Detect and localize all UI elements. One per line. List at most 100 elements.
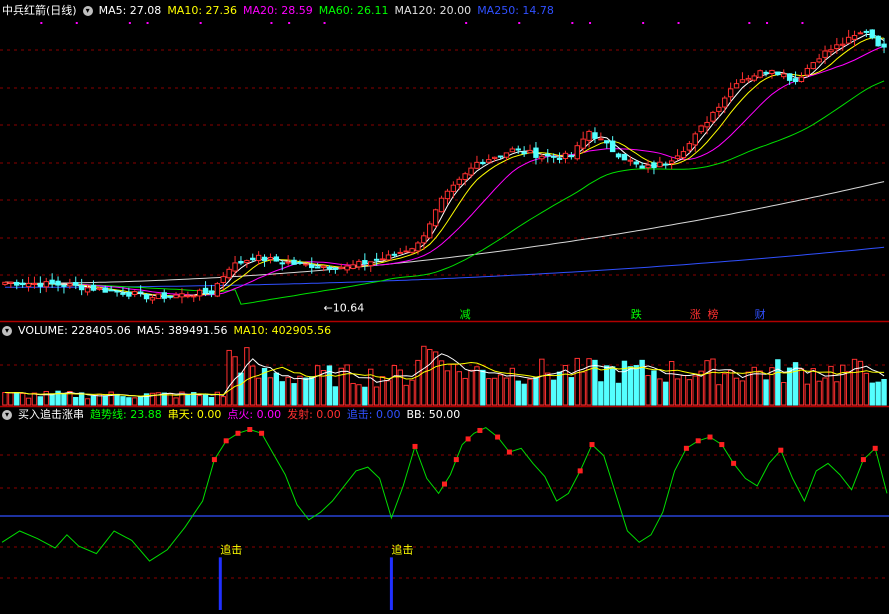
candle [786, 73, 793, 81]
volume-bar [568, 377, 575, 406]
signal-dot [465, 22, 468, 24]
candle [533, 147, 539, 158]
signal-dot [453, 457, 459, 463]
volume-bar [114, 393, 120, 406]
candle [686, 143, 693, 151]
volume-bar [550, 379, 557, 406]
candle [403, 250, 409, 253]
volume-bar [798, 368, 805, 406]
candle [456, 178, 462, 185]
candle [191, 295, 197, 298]
volume-bar [185, 394, 191, 406]
ma-line-1 [5, 181, 885, 284]
candle [651, 162, 657, 169]
volume-bar [291, 383, 297, 406]
candle [798, 76, 805, 83]
volume-bar [663, 381, 669, 406]
candle [373, 258, 380, 261]
candle [692, 133, 698, 146]
volume-bar [722, 373, 728, 406]
candle [73, 281, 79, 286]
candle [25, 283, 32, 288]
candle [173, 294, 179, 299]
volume-bar [486, 378, 492, 406]
candle [255, 254, 262, 262]
volume-bar [309, 376, 315, 406]
candle [615, 153, 622, 158]
volume-bar [37, 396, 44, 406]
signal-dot [211, 457, 217, 463]
candle [214, 283, 221, 297]
volume-bar [244, 347, 250, 406]
settings-icon[interactable]: ▾ [2, 410, 12, 420]
volume-bar [816, 380, 822, 406]
candle [627, 159, 634, 162]
signal-dot [199, 22, 202, 24]
candle [586, 130, 592, 141]
candle [179, 293, 185, 298]
signal-dot [801, 22, 804, 24]
volume-bar [373, 386, 380, 406]
settings-icon[interactable]: ▾ [82, 6, 93, 16]
volume-bar [668, 360, 675, 406]
volume-bar [314, 365, 321, 406]
candle [550, 155, 557, 158]
settings-icon[interactable]: ▾ [2, 326, 12, 336]
volume-bar [733, 377, 740, 406]
candle [444, 190, 451, 200]
signal-dot [288, 22, 291, 24]
candle [61, 284, 67, 287]
candle [314, 266, 321, 269]
candle [226, 268, 232, 279]
candle [67, 283, 73, 287]
candle [415, 242, 421, 252]
volume-bar [427, 348, 433, 406]
volume-bar [674, 378, 681, 406]
candle [657, 161, 663, 168]
volume-bar [391, 365, 398, 406]
indicator-legend-2: 串天: 0.00 [167, 408, 222, 421]
candle [698, 125, 704, 133]
candle [149, 297, 156, 301]
volume-bar [356, 384, 362, 406]
indicator-legend-5: 追击: 0.00 [346, 408, 401, 421]
indicator-legend-4: 发射: 0.00 [287, 408, 341, 421]
stock-chart[interactable]: ←10.64 减 跌 涨榜 财 追击 追击 [0, 0, 889, 614]
signal-label-2: 涨 [690, 308, 701, 321]
price-legend-3: MA60: 26.11 [318, 4, 389, 17]
volume-bar [126, 397, 132, 406]
signal-dot [860, 457, 866, 463]
volume-bar [132, 397, 138, 406]
volume-bar [609, 366, 616, 406]
volume-bar [822, 377, 828, 406]
candle [545, 153, 551, 157]
candle [810, 62, 816, 70]
candle [326, 266, 333, 270]
candle [592, 132, 598, 139]
volume-bar [539, 358, 545, 406]
volume-bar [521, 383, 527, 406]
candle [680, 151, 687, 159]
candle [102, 287, 108, 293]
stock-name: 中兵红箭(日线) [2, 4, 77, 17]
candle [432, 209, 439, 227]
price-legend-0: MA5: 27.08 [98, 4, 162, 17]
candle [438, 197, 445, 213]
candle [309, 264, 315, 269]
price-legend-2: MA20: 28.59 [243, 4, 313, 17]
indicator-panel: 追击 追击 [0, 427, 889, 610]
volume-bar [31, 392, 38, 406]
candle [609, 140, 616, 153]
price-panel: ←10.64 减 跌 涨榜 财 [2, 22, 887, 321]
volume-bar [869, 382, 875, 406]
candle [37, 283, 44, 287]
candle [391, 253, 398, 256]
volume-bar [881, 378, 887, 406]
signal-dot [642, 22, 645, 24]
candle [822, 50, 828, 58]
volume-bar [716, 384, 722, 406]
volume-bar [686, 379, 693, 406]
volume-bar [456, 371, 462, 406]
candle [486, 159, 492, 163]
candle [863, 30, 870, 33]
